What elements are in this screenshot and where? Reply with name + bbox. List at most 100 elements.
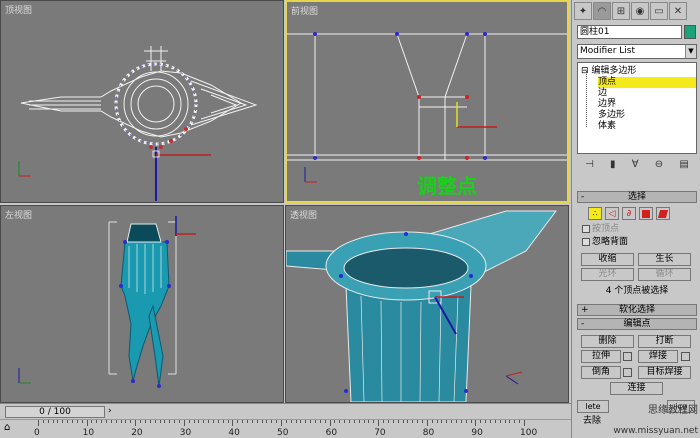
watermark-title: 思缘教程网 bbox=[648, 405, 698, 416]
ring-button[interactable]: 光环 bbox=[581, 268, 634, 281]
edge-subobject-icon[interactable]: ◁ bbox=[605, 207, 619, 220]
ruler-minor-tick bbox=[237, 420, 239, 423]
border-subobject-icon[interactable]: ∂ bbox=[622, 207, 636, 220]
ruler-tick-label: 70 bbox=[374, 428, 386, 438]
element-subobject-icon[interactable] bbox=[656, 207, 670, 220]
shrink-button[interactable]: 收缩 bbox=[581, 253, 634, 266]
ruler-minor-tick bbox=[412, 420, 414, 423]
ruler-tick bbox=[475, 420, 477, 426]
time-slider[interactable]: 0 / 100 bbox=[5, 406, 105, 418]
ruler-minor-tick bbox=[470, 420, 472, 423]
ruler-minor-tick bbox=[208, 420, 210, 423]
key-filter-icon[interactable]: ⌂ bbox=[4, 422, 10, 433]
utilities-tab-icon[interactable]: ✕ bbox=[669, 2, 687, 20]
ruler-minor-tick bbox=[110, 420, 112, 423]
ruler-tick bbox=[135, 420, 137, 426]
weld-settings-icon[interactable] bbox=[681, 352, 690, 361]
ruler-tick-label: 40 bbox=[228, 428, 240, 438]
modifier-list-label: Modifier List bbox=[580, 46, 635, 56]
chevron-down-icon[interactable]: ▼ bbox=[685, 45, 696, 58]
chamfer-settings-icon[interactable] bbox=[623, 368, 632, 377]
viewport-left[interactable]: 左视图 bbox=[0, 205, 284, 403]
ruler-minor-tick bbox=[295, 420, 297, 423]
grow-button[interactable]: 生长 bbox=[638, 253, 691, 266]
ruler-minor-tick bbox=[62, 420, 64, 423]
connect-button[interactable]: 连接 bbox=[610, 382, 663, 395]
target-weld-button[interactable]: 目标焊接 bbox=[638, 366, 691, 379]
stack-item-element[interactable]: 体素 bbox=[598, 121, 616, 132]
ruler-minor-tick bbox=[266, 420, 268, 423]
loop-button[interactable]: 循环 bbox=[638, 268, 691, 281]
edit-vertices-rollout-header[interactable]: - 编辑点 bbox=[577, 318, 697, 330]
ruler-tick bbox=[329, 420, 331, 426]
ruler-minor-tick bbox=[499, 420, 501, 423]
ruler-minor-tick bbox=[451, 420, 453, 423]
ruler-tick-label: 20 bbox=[131, 428, 143, 438]
stack-item-border[interactable]: 边界 bbox=[598, 99, 616, 110]
hierarchy-tab-icon[interactable]: ⊞ bbox=[612, 2, 630, 20]
object-color-swatch[interactable] bbox=[684, 25, 696, 39]
by-vertex-checkbox[interactable]: 按顶点 bbox=[582, 224, 619, 235]
stack-item-edit-poly[interactable]: ⊟ 编辑多边形 bbox=[581, 66, 636, 77]
collapse-icon[interactable]: ⊟ bbox=[581, 66, 589, 76]
ruler-minor-tick bbox=[242, 420, 244, 423]
stack-item-polygon[interactable]: 多边形 bbox=[598, 110, 625, 121]
stack-item-vertex[interactable]: 顶点 bbox=[598, 77, 696, 88]
next-frame-icon[interactable]: › bbox=[108, 406, 112, 416]
modify-tab-icon[interactable]: ◠ bbox=[593, 2, 611, 20]
remove-modifier-icon[interactable]: ⊖ bbox=[655, 159, 663, 170]
ruler-tick bbox=[86, 420, 88, 426]
ruler-tick-label: 80 bbox=[422, 428, 435, 438]
ruler-tick bbox=[524, 420, 525, 426]
create-tab-icon[interactable]: ✦ bbox=[574, 2, 592, 20]
ruler-tick bbox=[183, 420, 185, 426]
make-unique-icon[interactable]: ∀ bbox=[632, 159, 639, 170]
viewport-top-label: 顶视图 bbox=[5, 6, 33, 16]
ruler-minor-tick bbox=[188, 420, 190, 423]
ignore-backfacing-checkbox[interactable]: 忽略背面 bbox=[582, 237, 628, 248]
ruler-tick bbox=[38, 420, 39, 426]
ruler-minor-tick bbox=[489, 420, 491, 423]
stack-item-edge[interactable]: 边 bbox=[598, 88, 607, 99]
vertex-subobject-icon[interactable]: ∴ bbox=[588, 207, 602, 220]
ruler-minor-tick bbox=[193, 420, 195, 423]
timeline-ruler[interactable]: 0 10 20 30 40 50 60 70 80 90 100 ⌂ bbox=[0, 419, 571, 438]
selection-rollout-header[interactable]: - 选择 bbox=[577, 191, 697, 203]
ruler-minor-tick bbox=[203, 420, 205, 423]
stack-toolbar: ⊣ ▮ ∀ ⊖ ▤ bbox=[577, 157, 697, 171]
motion-tab-icon[interactable]: ◉ bbox=[631, 2, 649, 20]
viewport-top[interactable]: 顶视图 bbox=[0, 0, 284, 203]
ruler-minor-tick bbox=[101, 420, 103, 423]
collapse-icon: - bbox=[581, 319, 585, 329]
time-slider-bar: 0 / 100 › bbox=[0, 403, 571, 419]
polygon-subobject-icon[interactable] bbox=[639, 207, 653, 220]
ruler-minor-tick bbox=[344, 420, 346, 423]
viewport-perspective[interactable]: 透视图 bbox=[285, 205, 569, 403]
viewport-front[interactable]: 前视图 调整点 bbox=[285, 0, 569, 203]
ruler-minor-tick bbox=[52, 420, 54, 423]
show-end-result-icon[interactable]: ▮ bbox=[610, 159, 616, 170]
object-name-field[interactable]: 圆柱01 bbox=[577, 25, 682, 39]
extrude-settings-icon[interactable] bbox=[623, 352, 632, 361]
ruler-minor-tick bbox=[446, 420, 448, 423]
configure-sets-icon[interactable]: ▤ bbox=[679, 159, 688, 170]
ruler-minor-tick bbox=[106, 420, 108, 423]
break-button[interactable]: 打断 bbox=[638, 335, 691, 348]
weld-button[interactable]: 焊接 bbox=[638, 350, 678, 363]
ruler-minor-tick bbox=[460, 420, 462, 423]
ruler-minor-tick bbox=[140, 420, 142, 423]
display-tab-icon[interactable]: ▭ bbox=[650, 2, 668, 20]
ruler-minor-tick bbox=[519, 420, 521, 423]
chamfer-button[interactable]: 倒角 bbox=[581, 366, 621, 379]
ruler-minor-tick bbox=[57, 420, 59, 423]
ruler-minor-tick bbox=[431, 420, 433, 423]
ruler-minor-tick bbox=[441, 420, 443, 423]
modifier-list-dropdown[interactable]: Modifier List ▼ bbox=[577, 44, 697, 59]
ruler-minor-tick bbox=[72, 420, 74, 423]
top-view-mesh bbox=[18, 46, 258, 201]
ruler-minor-tick bbox=[407, 420, 409, 423]
pin-stack-icon[interactable]: ⊣ bbox=[585, 159, 594, 170]
extrude-button[interactable]: 拉伸 bbox=[581, 350, 621, 363]
soft-selection-rollout-header[interactable]: + 软化选择 bbox=[577, 304, 697, 316]
remove-button[interactable]: 删除 bbox=[581, 335, 634, 348]
